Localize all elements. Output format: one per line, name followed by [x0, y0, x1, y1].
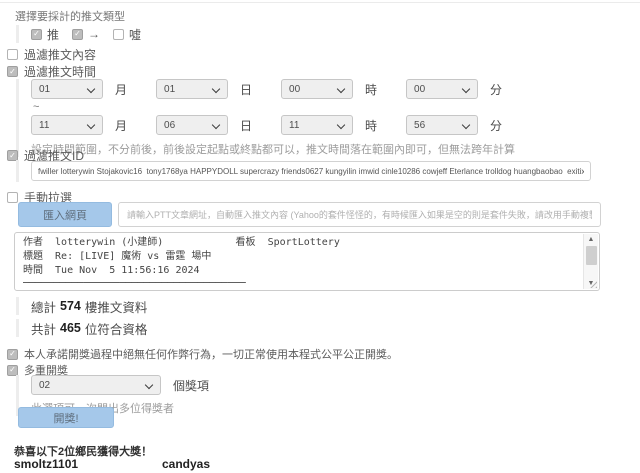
end-month-select[interactable]: 11: [31, 115, 103, 135]
total-prefix: 總計: [31, 300, 57, 315]
end-day-value: 06: [164, 119, 176, 131]
draw-helper-page: 選擇要採計的推文類型 ✓ 推 ✓ → ✓ 噓 ✓ 過濾推文內容 ✓ 過濾推文時間: [0, 0, 640, 473]
top-divider: [0, 2, 640, 3]
prize-count-unit-label: 個獎項: [173, 378, 210, 393]
check-icon: ✓: [9, 365, 16, 374]
time-end-row: 11 月 06 日 11 時 56 分: [31, 115, 616, 135]
id-filter-group: [16, 160, 591, 182]
month-unit-label: 月: [115, 118, 128, 133]
id-filter-input[interactable]: [31, 161, 591, 181]
winner-name: candyas: [162, 457, 211, 471]
fair-draw-promise-label: 本人承諾開獎過程中絕無任何作弊行為，一切正常使用本程式公平公正開獎。: [24, 349, 398, 361]
prize-count-select[interactable]: 02: [31, 375, 161, 395]
arrow-checkbox[interactable]: ✓: [72, 28, 84, 40]
day-unit-label: 日: [240, 82, 253, 97]
fair-draw-promise-checkbox[interactable]: ✓: [7, 348, 18, 360]
chevron-down-icon: [338, 86, 345, 93]
content-filter-label: 過濾推文內容: [24, 48, 97, 62]
import-url-button[interactable]: 匯入網頁: [18, 202, 112, 227]
push-type-label: →: [88, 27, 101, 41]
article-url-input[interactable]: [118, 202, 601, 227]
start-day-select[interactable]: 01: [156, 79, 229, 99]
chevron-down-icon: [338, 122, 345, 129]
start-day-value: 01: [164, 83, 176, 95]
time-filter-checkbox[interactable]: ✓: [7, 66, 18, 77]
time-start-row: 01 月 01 日 00 時 00 分: [31, 79, 616, 99]
total-suffix: 樓推文資料: [84, 300, 148, 315]
start-hour-value: 00: [289, 83, 301, 95]
chevron-down-icon: [213, 86, 220, 93]
time-range-note: 設定時間範圍，不分前後，前後設定起點或終點都可以，推文時間落在範圍內即可，但無法…: [31, 144, 515, 156]
scroll-up-icon[interactable]: ▲: [588, 235, 595, 244]
time-range-group: 01 月 01 日 00 時 00 分 ~ 11 月 06 日 11 時 56 …: [16, 79, 616, 157]
time-filter-label: 過濾推文時間: [24, 65, 97, 79]
qualified-suffix: 位符合資格: [84, 322, 148, 337]
chevron-down-icon: [88, 86, 95, 93]
check-icon: ✓: [33, 29, 40, 38]
chevron-down-icon: [463, 122, 470, 129]
end-hour-value: 11: [289, 119, 300, 131]
push-checkbox[interactable]: ✓: [31, 28, 42, 40]
range-separator: ~: [33, 101, 40, 113]
start-month-value: 01: [39, 83, 51, 95]
push-type-section-title: 選擇要採計的推文類型: [15, 11, 125, 23]
start-minute-select[interactable]: 00: [406, 79, 479, 99]
prize-count-value: 02: [39, 379, 51, 391]
end-minute-select[interactable]: 56: [406, 115, 479, 135]
push-type-option-push[interactable]: ✓ 推: [31, 26, 59, 43]
chevron-down-icon: [463, 86, 470, 93]
hour-unit-label: 時: [365, 82, 378, 97]
content-filter-checkbox[interactable]: ✓: [7, 49, 18, 60]
time-filter-row[interactable]: ✓ 過濾推文時間: [7, 63, 96, 80]
check-icon: ✓: [9, 66, 16, 76]
fair-draw-promise-row[interactable]: ✓ 本人承諾開獎過程中絕無任何作弊行為，一切正常使用本程式公平公正開獎。: [7, 346, 398, 362]
import-row: 匯入網頁: [18, 202, 601, 227]
manual-filter-checkbox[interactable]: ✓: [7, 192, 18, 203]
push-type-option-boo[interactable]: ✓ 噓: [113, 26, 141, 43]
day-unit-label: 日: [240, 118, 253, 133]
end-minute-value: 56: [414, 119, 426, 131]
chevron-down-icon: [213, 122, 220, 129]
end-day-select[interactable]: 06: [156, 115, 229, 135]
minute-unit-label: 分: [490, 118, 503, 133]
check-icon: ✓: [9, 349, 16, 358]
minute-unit-label: 分: [490, 82, 503, 97]
total-count: 574: [60, 299, 81, 313]
push-type-group: ✓ 推 ✓ → ✓ 噓: [16, 25, 141, 43]
chevron-down-icon: [88, 122, 95, 129]
hour-unit-label: 時: [365, 118, 378, 133]
end-month-value: 11: [39, 119, 50, 131]
push-type-label: 推: [47, 27, 60, 42]
qualified-count: 465: [60, 321, 81, 335]
start-month-select[interactable]: 01: [31, 79, 103, 99]
push-type-option-arrow[interactable]: ✓ →: [72, 27, 100, 41]
start-hour-select[interactable]: 00: [281, 79, 354, 99]
scrollbar-thumb[interactable]: [585, 246, 597, 265]
qualified-count-row: 共計 465 位符合資格: [16, 319, 147, 337]
boo-checkbox[interactable]: ✓: [113, 28, 125, 40]
multi-draw-checkbox[interactable]: ✓: [7, 364, 18, 376]
check-icon: ✓: [9, 150, 16, 160]
article-content-text: 作者 lotterywin (小建師) 看板 SportLottery 標題 R…: [23, 237, 340, 287]
start-minute-value: 00: [414, 83, 426, 95]
month-unit-label: 月: [115, 82, 128, 97]
winner-name: smoltz1101: [14, 457, 79, 471]
push-type-label: 噓: [129, 27, 142, 42]
article-content-textarea[interactable]: 作者 lotterywin (小建師) 看板 SportLottery 標題 R…: [14, 232, 600, 291]
end-hour-select[interactable]: 11: [281, 115, 354, 135]
content-filter-row[interactable]: ✓ 過濾推文內容: [7, 46, 96, 63]
draw-button[interactable]: 開獎!: [18, 407, 114, 428]
total-comments-row: 總計 574 樓推文資料: [16, 297, 147, 315]
chevron-down-icon: [146, 382, 153, 389]
winners-row: smoltz1101 candyas: [14, 457, 210, 471]
check-icon: ✓: [74, 29, 81, 38]
qualified-prefix: 共計: [31, 322, 57, 337]
